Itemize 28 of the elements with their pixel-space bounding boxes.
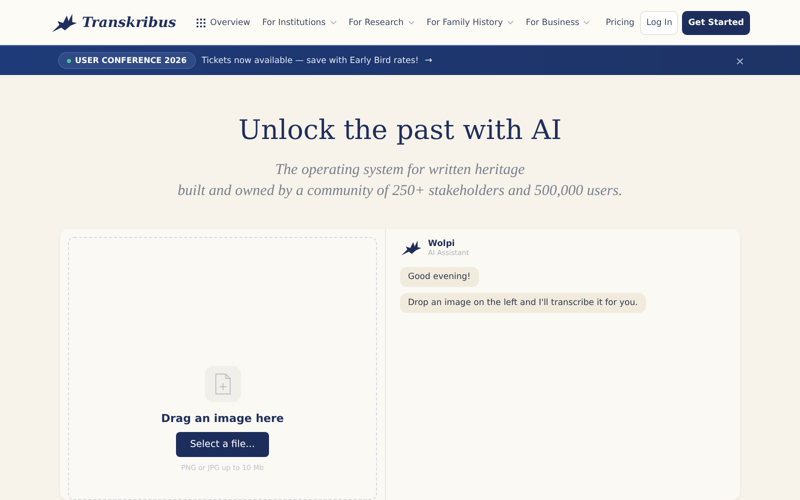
logo-text[interactable]: Transkribus xyxy=(82,14,176,30)
file-add-icon xyxy=(204,366,240,402)
nav-link[interactable]: For Institutions xyxy=(262,18,337,28)
nav-link[interactable]: Overview xyxy=(196,18,250,28)
login-button[interactable]: Log In xyxy=(640,10,678,34)
hero-title: Unlock the past with AI xyxy=(237,115,563,146)
nav-link[interactable]: For Business xyxy=(526,18,590,28)
bird-icon xyxy=(50,12,78,34)
chevron-down-icon xyxy=(583,20,590,25)
close-button[interactable]: × xyxy=(736,52,744,68)
assistant-name: Wolpi xyxy=(428,239,456,249)
select-file-button[interactable]: Select a file... xyxy=(176,432,269,457)
chat-message: Good evening! xyxy=(400,267,479,287)
banner-link[interactable]: Tickets now available — save with Early Bird rates! xyxy=(202,56,419,66)
chevron-down-icon xyxy=(330,20,337,25)
chevron-down-icon xyxy=(506,20,514,25)
nav-link[interactable]: For Family History xyxy=(426,18,514,28)
assistant-avatar-icon xyxy=(400,239,422,257)
get-started-button[interactable]: Get Started xyxy=(682,10,750,34)
chat-message: Drop an image on the left and I'll transcribe it for you. xyxy=(400,293,646,313)
arrow-icon: → xyxy=(424,56,432,66)
nav-link[interactable]: For Research xyxy=(348,18,415,28)
conference-badge[interactable]: USER CONFERENCE 2026 xyxy=(58,52,196,69)
chevron-down-icon xyxy=(408,20,415,25)
grid-icon xyxy=(196,18,206,28)
pricing-link[interactable]: Pricing xyxy=(606,18,634,28)
drop-title: Drag an image here xyxy=(161,412,284,425)
hero-subtitle: The operating system for written heritage built and owned by a community of 250+ stakeholders and 500,000 users. xyxy=(176,161,624,201)
